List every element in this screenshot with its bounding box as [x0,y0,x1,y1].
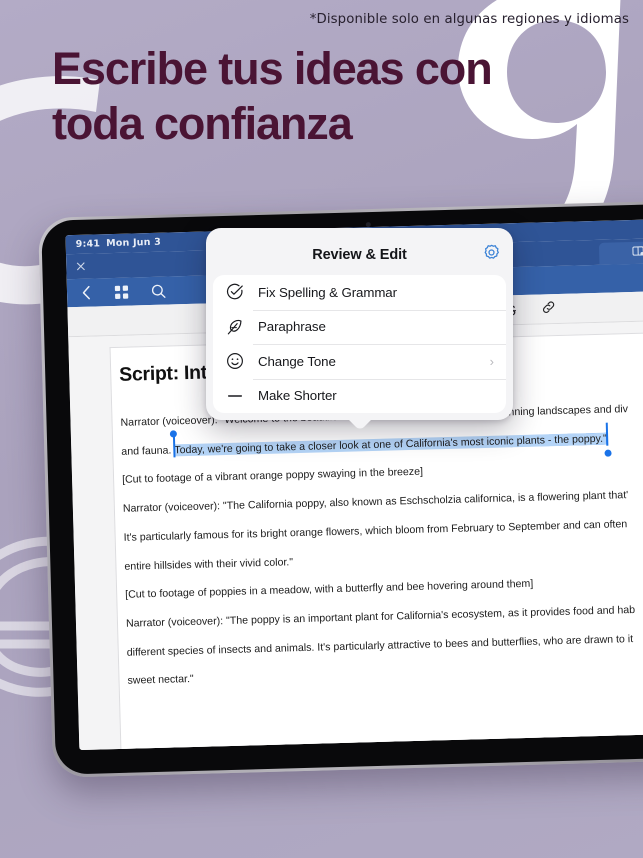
popup-item-label: Paraphrase [258,319,326,335]
page-title: Escribe tus ideas con toda confianza [52,43,493,149]
paragraph-text: It's particularly famous for its bright … [123,517,628,544]
chevron-left-icon [82,285,90,300]
close-icon [76,262,85,271]
minus-icon [225,386,244,405]
selected-text[interactable]: Today, we're going to take a closer look… [169,430,612,457]
split-view-tab[interactable]: × [598,240,643,265]
disclaimer-text: *Disponible solo en algunas regiones y i… [309,12,629,27]
paragraph-text: and fauna. [121,444,175,458]
paragraph-text: [Cut to footage of a vibrant orange popp… [121,466,424,487]
selection-handle-end[interactable] [604,449,612,457]
popup-title: Review & Edit [312,247,407,263]
selection-handle-start[interactable] [169,430,177,438]
back-button[interactable] [81,285,92,300]
grid-view-icon [114,285,129,299]
popup-item-fix-spelling-grammar[interactable]: Fix Spelling & Grammar [213,275,506,310]
split-view-icon [632,244,643,262]
check-circle-icon [225,283,244,302]
popup-item-paraphrase[interactable]: Paraphrase [213,309,506,345]
popup-action-list: Fix Spelling & Grammar Paraphrase Change T… [213,275,506,413]
chevron-right-icon: › [489,353,494,369]
status-bar-time: 9:41 [75,238,101,250]
gear-icon [484,244,499,259]
link-icon [543,301,555,313]
smiley-face-icon [225,352,244,371]
status-bar-date: Mon Jun 3 [106,236,162,250]
search-icon [151,284,166,298]
link-button[interactable] [542,300,556,317]
close-window-button[interactable] [66,253,96,279]
paragraph-text: Narrator (voiceover): "The poppy is an i… [125,603,636,630]
paragraph-text: entire hillsides with their vivid color.… [124,555,294,573]
popup-pointer-tail [345,419,375,429]
feather-pen-icon [225,317,244,336]
review-and-edit-popup: Review & Edit Fix Spelling & Grammar Para… [206,228,513,420]
popup-item-label: Make Shorter [258,388,337,404]
paragraph-text: Narrator (voiceover): "The California po… [122,489,629,515]
popup-header: Review & Edit [213,235,506,275]
settings-button[interactable] [483,244,500,266]
paragraph-text: sweet nectar." [127,673,194,688]
paragraph-text: different species of insects and animals… [126,632,634,659]
paragraph-text: [Cut to footage of poppies in a meadow, … [125,577,534,601]
popup-item-label: Fix Spelling & Grammar [258,284,397,300]
popup-item-change-tone[interactable]: Change Tone › [213,344,506,379]
search-button[interactable] [151,283,166,298]
popup-item-label: Change Tone [258,353,336,369]
grid-view-button[interactable] [114,284,129,299]
document-body[interactable]: Narrator (voiceover): "Welcome to the be… [120,393,643,696]
popup-item-make-shorter[interactable]: Make Shorter [213,378,506,414]
